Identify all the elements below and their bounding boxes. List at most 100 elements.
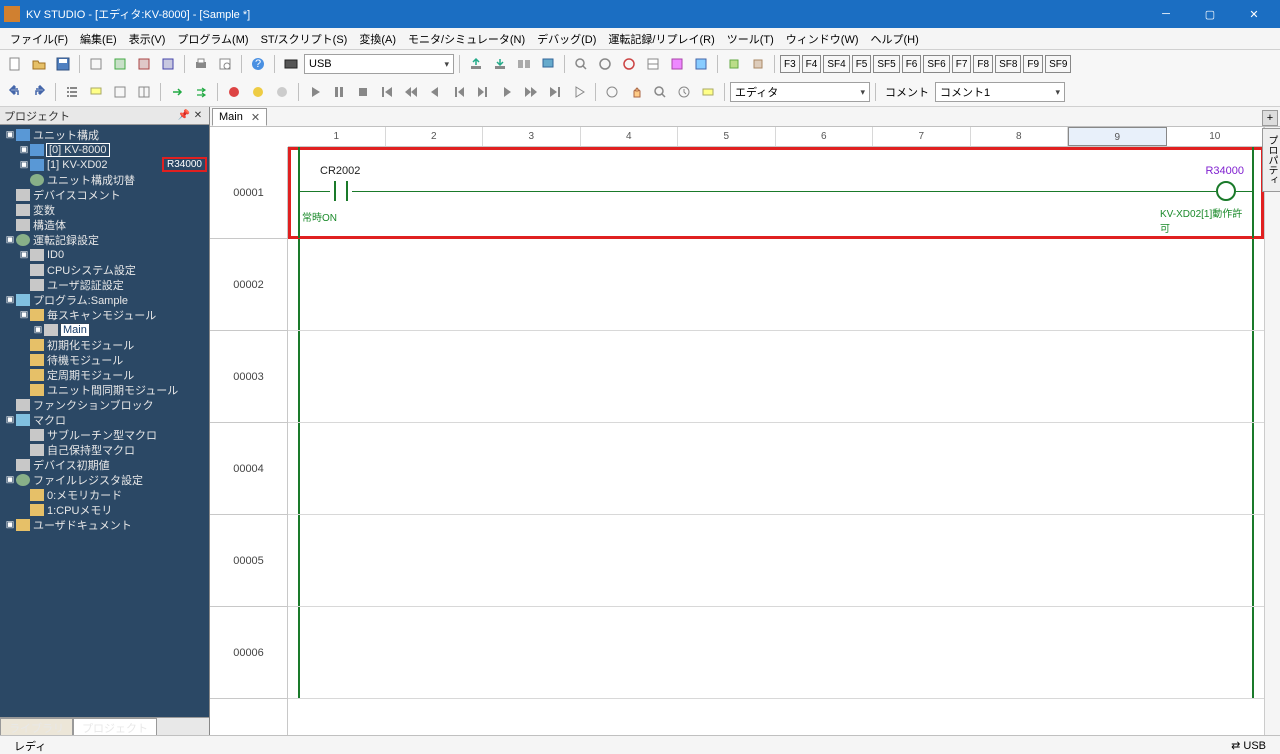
tree-item[interactable]: ▣運転記録設定 bbox=[0, 232, 209, 247]
fkey-f6[interactable]: F6 bbox=[902, 55, 922, 73]
step-cell[interactable]: 00002 bbox=[210, 239, 287, 331]
tree-twisty[interactable]: ▣ bbox=[4, 234, 16, 245]
tree-item[interactable]: ▣ID0 bbox=[0, 247, 209, 262]
fkey-f3[interactable]: F3 bbox=[780, 55, 800, 73]
menu-item[interactable]: 変換(A) bbox=[353, 29, 402, 49]
tree-item[interactable]: ▣毎スキャンモジュール bbox=[0, 307, 209, 322]
connection-combo[interactable]: USB bbox=[304, 54, 454, 74]
tree-item[interactable]: デバイスコメント bbox=[0, 187, 209, 202]
minimize-button[interactable]: ─ bbox=[1144, 0, 1188, 28]
zoom-button[interactable] bbox=[649, 81, 671, 103]
tree-item[interactable]: 1:CPUメモリ bbox=[0, 502, 209, 517]
tree-item[interactable]: 初期化モジュール bbox=[0, 337, 209, 352]
ruler-col[interactable]: 7 bbox=[873, 127, 971, 146]
open-button[interactable] bbox=[28, 53, 50, 75]
tree-item[interactable]: 0:メモリカード bbox=[0, 487, 209, 502]
convert-button[interactable] bbox=[166, 81, 188, 103]
menu-item[interactable]: ヘルプ(H) bbox=[865, 29, 925, 49]
tree-item[interactable]: デバイス初期値 bbox=[0, 457, 209, 472]
pause-button[interactable] bbox=[328, 81, 350, 103]
stop-button[interactable] bbox=[352, 81, 374, 103]
tb-btn-a[interactable] bbox=[85, 53, 107, 75]
rung[interactable] bbox=[288, 239, 1264, 331]
yellow-dot-button[interactable] bbox=[247, 81, 269, 103]
right-dock-add[interactable]: + bbox=[1262, 110, 1278, 126]
tab-library[interactable]: ライブラリ bbox=[0, 718, 73, 735]
tree-item[interactable]: ユニット構成切替 bbox=[0, 172, 209, 187]
menu-item[interactable]: モニタ/シミュレータ(N) bbox=[402, 29, 531, 49]
fkey-sf9[interactable]: SF9 bbox=[1045, 55, 1071, 73]
fkey-sf5[interactable]: SF5 bbox=[873, 55, 899, 73]
step-cell[interactable]: 00001 bbox=[210, 147, 287, 239]
clock-button[interactable] bbox=[673, 81, 695, 103]
fkey-f8[interactable]: F8 bbox=[973, 55, 993, 73]
hand-button[interactable] bbox=[625, 81, 647, 103]
tree-twisty[interactable]: ▣ bbox=[18, 144, 30, 155]
ruler-col[interactable]: 4 bbox=[581, 127, 679, 146]
tree-item[interactable]: ▣Main bbox=[0, 322, 209, 337]
editor-tab-main[interactable]: Main ✕ bbox=[212, 108, 267, 126]
rung[interactable] bbox=[288, 331, 1264, 423]
fkey-f9[interactable]: F9 bbox=[1023, 55, 1043, 73]
tb-circle-a[interactable] bbox=[594, 53, 616, 75]
comment-combo[interactable]: コメント1 bbox=[935, 82, 1065, 102]
tab-project[interactable]: プロジェクト bbox=[73, 718, 157, 735]
project-tree[interactable]: ▣ユニット構成▣[0] KV-8000▣[1] KV-XD02R34000ユニッ… bbox=[0, 125, 209, 717]
panel-close-button[interactable]: ✕ bbox=[191, 109, 205, 123]
menu-item[interactable]: 表示(V) bbox=[123, 29, 172, 49]
skip-back-button[interactable] bbox=[376, 81, 398, 103]
tree-item[interactable]: ユニット間同期モジュール bbox=[0, 382, 209, 397]
convert-all-button[interactable] bbox=[190, 81, 212, 103]
tree-item[interactable]: ユーザ認証設定 bbox=[0, 277, 209, 292]
next-button[interactable] bbox=[496, 81, 518, 103]
tb-chip-a[interactable] bbox=[723, 53, 745, 75]
tree-item[interactable]: ▣ユーザドキュメント bbox=[0, 517, 209, 532]
tree-item[interactable]: ▣ユニット構成 bbox=[0, 127, 209, 142]
rung[interactable] bbox=[288, 607, 1264, 699]
red-dot-button[interactable] bbox=[223, 81, 245, 103]
tb-view-b[interactable] bbox=[133, 81, 155, 103]
ladder-view[interactable]: 12345678910 0000100002000030000400005000… bbox=[210, 127, 1280, 735]
step-cell[interactable]: 00004 bbox=[210, 423, 287, 515]
fkey-f4[interactable]: F4 bbox=[802, 55, 822, 73]
rewind-button[interactable] bbox=[400, 81, 422, 103]
play2-button[interactable] bbox=[568, 81, 590, 103]
menu-item[interactable]: ツール(T) bbox=[721, 29, 780, 49]
skip-fwd-button[interactable] bbox=[544, 81, 566, 103]
vertical-scrollbar[interactable] bbox=[1264, 127, 1280, 735]
tree-item[interactable]: 変数 bbox=[0, 202, 209, 217]
rungs-area[interactable]: CR2002R34000常時ONKV-XD02[1]動作許可 bbox=[288, 147, 1264, 735]
tree-item[interactable]: 定周期モジュール bbox=[0, 367, 209, 382]
fkey-sf8[interactable]: SF8 bbox=[995, 55, 1021, 73]
close-button[interactable]: ✕ bbox=[1232, 0, 1276, 28]
ruler-col[interactable]: 5 bbox=[678, 127, 776, 146]
menu-item[interactable]: ST/スクリプト(S) bbox=[255, 29, 354, 49]
step-forward-button[interactable] bbox=[472, 81, 494, 103]
tree-twisty[interactable]: ▣ bbox=[4, 474, 16, 485]
tree-item[interactable]: 構造体 bbox=[0, 217, 209, 232]
panel-pin-button[interactable]: 📌 bbox=[177, 109, 191, 123]
tb-btn-c[interactable] bbox=[133, 53, 155, 75]
redo-button[interactable] bbox=[28, 81, 50, 103]
ruler-col[interactable]: 2 bbox=[386, 127, 484, 146]
tree-twisty[interactable]: ▣ bbox=[4, 294, 16, 305]
step-cell[interactable]: 00006 bbox=[210, 607, 287, 699]
ruler-col[interactable]: 10 bbox=[1167, 127, 1265, 146]
ruler-col[interactable]: 8 bbox=[971, 127, 1069, 146]
tb-chip-b[interactable] bbox=[747, 53, 769, 75]
tree-item[interactable]: ファンクションブロック bbox=[0, 397, 209, 412]
save-button[interactable] bbox=[52, 53, 74, 75]
prev-button[interactable] bbox=[424, 81, 446, 103]
plc-icon[interactable] bbox=[280, 53, 302, 75]
tree-twisty[interactable]: ▣ bbox=[18, 159, 30, 170]
print-preview-button[interactable] bbox=[214, 53, 236, 75]
tb-btn-d[interactable] bbox=[157, 53, 179, 75]
tb-table-a[interactable] bbox=[642, 53, 664, 75]
help-button[interactable]: ? bbox=[247, 53, 269, 75]
play-button[interactable] bbox=[304, 81, 326, 103]
tb-find-button[interactable] bbox=[570, 53, 592, 75]
menu-item[interactable]: 編集(E) bbox=[74, 29, 123, 49]
monitor-button[interactable] bbox=[537, 53, 559, 75]
menu-item[interactable]: 運転記録/リプレイ(R) bbox=[602, 29, 720, 49]
mode-combo[interactable]: エディタ bbox=[730, 82, 870, 102]
